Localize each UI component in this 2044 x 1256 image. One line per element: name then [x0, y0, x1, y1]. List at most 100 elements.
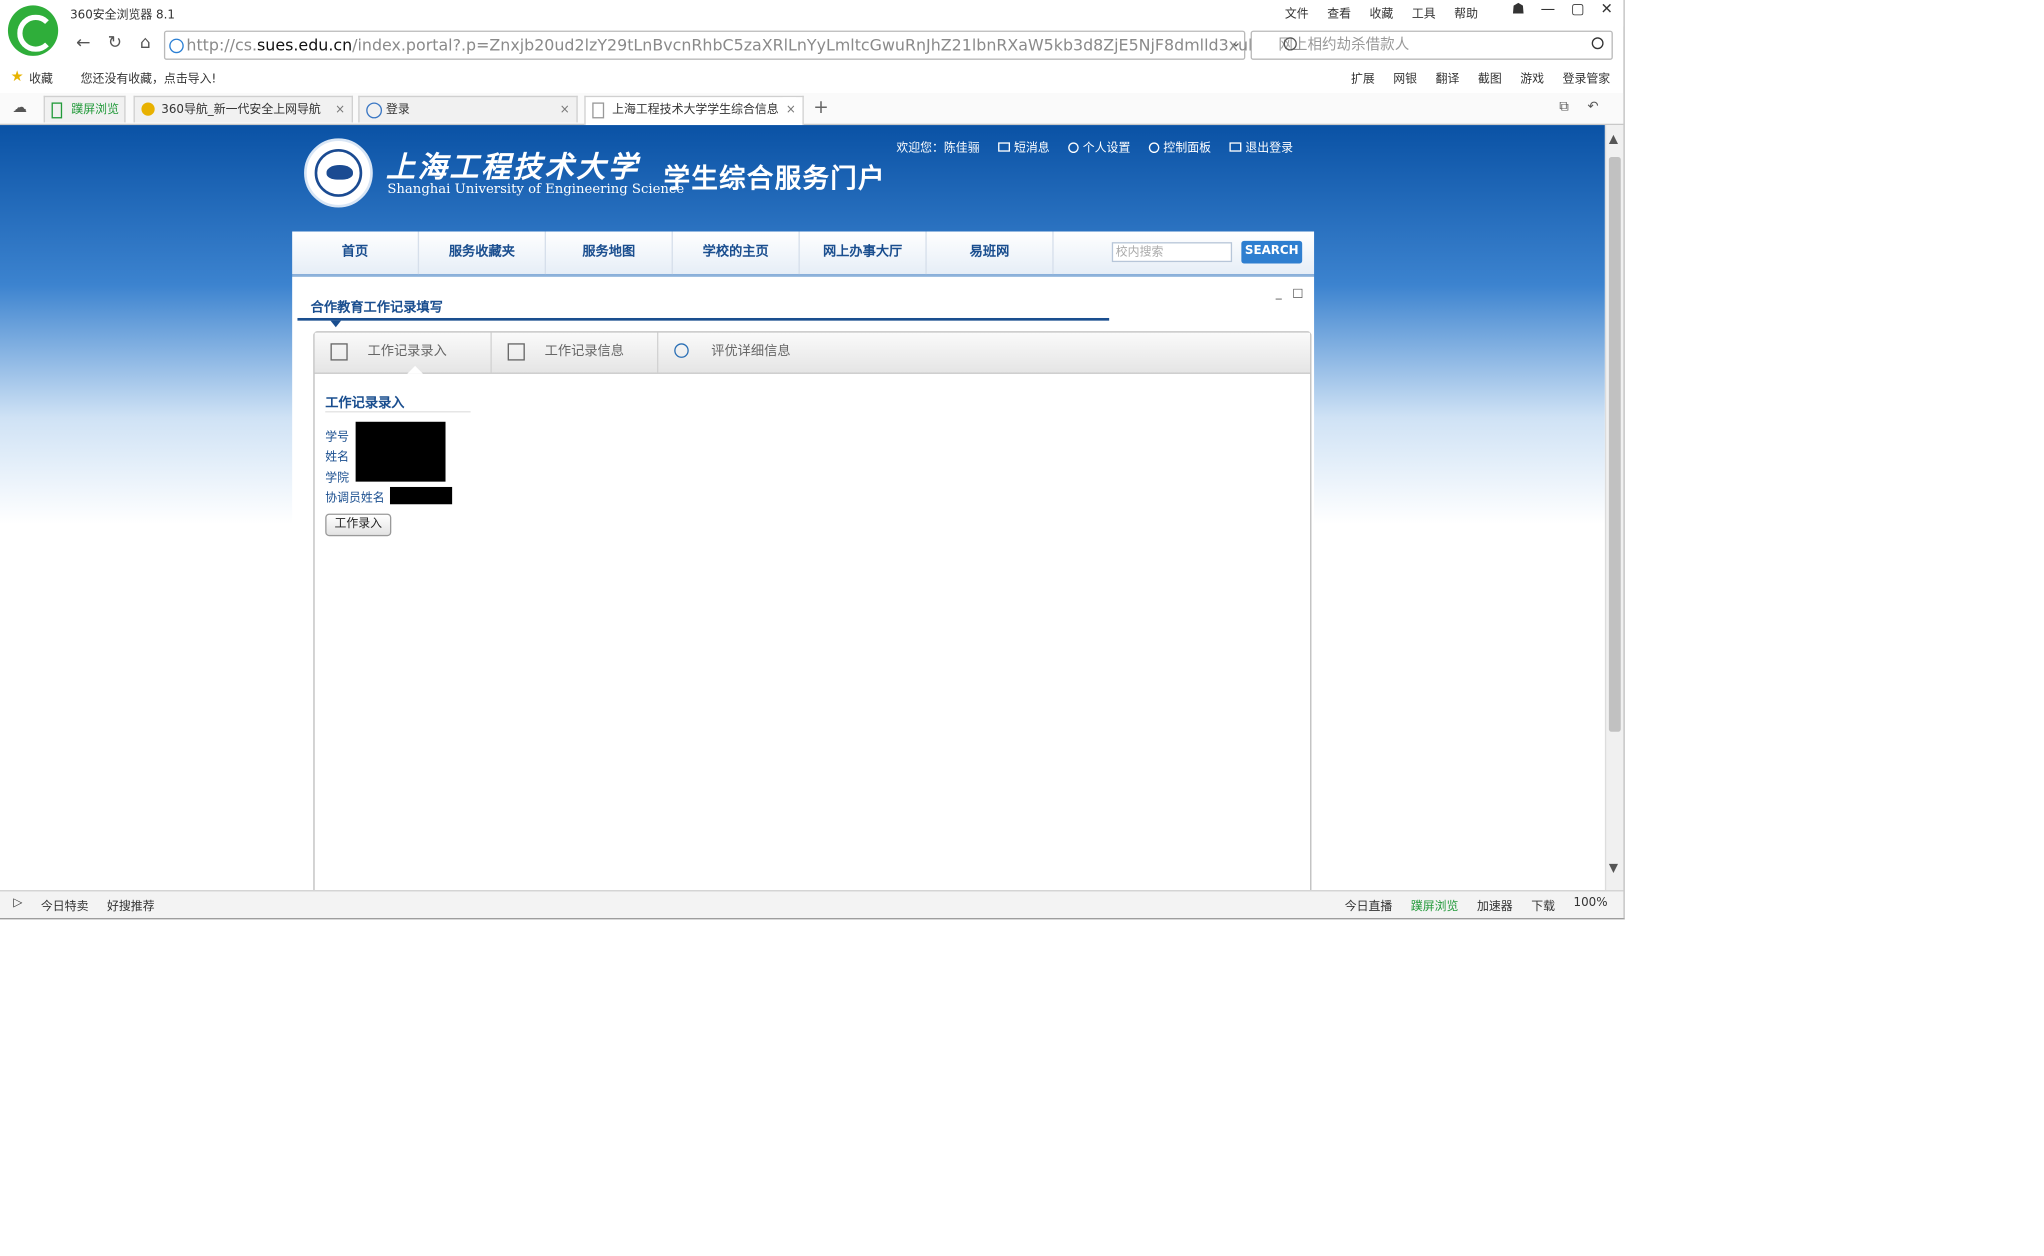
tab-360-nav[interactable]: 360导航_新一代安全上网导航 ×: [133, 95, 353, 123]
tab-portal[interactable]: 上海工程技术大学学生综合信息 ×: [584, 95, 804, 126]
search-input[interactable]: 网上相约劫杀借款人: [1250, 30, 1613, 60]
tab-strip: ☁ 蹼屏浏览 360导航_新一代安全上网导航 × 登录 × 上海工程技术大学学生…: [0, 93, 1624, 126]
user-links: 欢迎您：陈佳骊 短消息 个人设置 控制面板 退出登录: [896, 138, 1293, 156]
maximize-button[interactable]: ▢: [1571, 0, 1585, 17]
close-icon[interactable]: ×: [560, 97, 570, 122]
sidebar-toggle-icon[interactable]: ▷: [13, 897, 22, 914]
scroll-up-icon[interactable]: ▲: [1609, 133, 1618, 146]
control-panel-link[interactable]: 控制面板: [1148, 138, 1211, 156]
vertical-scrollbar[interactable]: ▲ ▼: [1604, 125, 1624, 891]
games-button[interactable]: 游戏: [1520, 69, 1544, 86]
redacted-block: [355, 421, 446, 482]
page-globe-icon: [169, 38, 184, 54]
tab-record-entry[interactable]: 工作记录录入: [315, 332, 492, 374]
restore-tabs-icon[interactable]: ⧉: [1552, 96, 1576, 120]
field-coordinator-label: 协调员姓名: [325, 492, 385, 506]
live-link[interactable]: 今日直播: [1345, 897, 1393, 914]
web-page: 上海工程技术大学 Shanghai University of Engineer…: [0, 125, 1605, 891]
refresh-icon[interactable]: ↻: [103, 32, 127, 56]
form-title: 工作记录录入: [325, 396, 405, 412]
nav-home[interactable]: 首页: [292, 231, 420, 275]
nav-yiban[interactable]: 易班网: [927, 231, 1054, 275]
star-icon: ★: [10, 67, 24, 86]
record-form-box: 工作记录录入 工作记录信息 评优详细信息 工作记录录入 学号 姓名 学院 协调员…: [313, 331, 1312, 891]
netbank-button[interactable]: 网银: [1393, 69, 1417, 86]
close-icon[interactable]: ×: [335, 97, 345, 122]
close-icon[interactable]: ×: [783, 97, 796, 124]
minimize-button[interactable]: —: [1541, 0, 1556, 17]
recommend-link[interactable]: 好搜推荐: [107, 897, 155, 914]
login-manager-button[interactable]: 登录管家: [1563, 69, 1611, 86]
navigation-bar: ← ↻ ⌂ http://cs.sues.edu.cn/index.portal…: [0, 29, 1623, 60]
tab-split-screen[interactable]: 蹼屏浏览: [43, 95, 126, 123]
skin-icon[interactable]: ☗: [1512, 0, 1525, 17]
tab-record-info[interactable]: 工作记录信息: [492, 332, 659, 373]
nav-favorites[interactable]: 服务收藏夹: [419, 231, 546, 275]
status-bar: ▷ 今日特卖 好搜推荐 今日直播 蹼屏浏览 加速器 下载 100%: [0, 890, 1624, 919]
status-left: ▷ 今日特卖 好搜推荐: [13, 897, 154, 914]
address-bar[interactable]: http://cs.sues.edu.cn/index.portal?.p=Zn…: [163, 30, 1258, 60]
url-path: /index.portal?.p=Znxjb20ud2lzY29tLnBvcnR…: [352, 35, 1259, 55]
tab-award-details[interactable]: 评优详细信息: [658, 333, 830, 373]
screenshot-button[interactable]: 截图: [1478, 69, 1502, 86]
phone-icon: [51, 102, 63, 119]
zoom-level[interactable]: 100%: [1574, 897, 1608, 914]
translate-button[interactable]: 翻译: [1436, 69, 1460, 86]
menu-help[interactable]: 帮助: [1454, 4, 1478, 21]
import-favorites-link[interactable]: 您还没有收藏，点击导入!: [81, 69, 217, 86]
tab-label: 登录: [386, 103, 410, 118]
tab-label: 蹼屏浏览: [71, 103, 120, 118]
scroll-thumb[interactable]: [1608, 156, 1621, 732]
site-search-input[interactable]: 校内搜索: [1111, 242, 1233, 263]
search-button[interactable]: SEARCH: [1241, 240, 1303, 264]
new-tab-button[interactable]: +: [809, 96, 833, 120]
favorites-button[interactable]: 收藏: [29, 69, 53, 86]
extensions-button[interactable]: 扩展: [1351, 69, 1375, 86]
field-student-id-label: 学号: [325, 431, 350, 445]
split-screen-link[interactable]: 蹼屏浏览: [1411, 897, 1459, 914]
scroll-down-icon[interactable]: ▼: [1609, 862, 1618, 875]
chevron-down-icon[interactable]: ⌄: [1224, 32, 1248, 56]
back-arrow-icon[interactable]: ←: [71, 32, 95, 56]
daily-sale-link[interactable]: 今日特卖: [41, 897, 89, 914]
download-link[interactable]: 下载: [1531, 897, 1555, 914]
accelerator-link[interactable]: 加速器: [1477, 897, 1513, 914]
minimize-panel-button[interactable]: _: [1276, 287, 1282, 300]
close-button[interactable]: ✕: [1601, 0, 1613, 17]
book-icon: [507, 343, 525, 361]
logout-link[interactable]: 退出登录: [1229, 138, 1293, 156]
menu-favorites[interactable]: 收藏: [1370, 4, 1394, 21]
nav-online-hall[interactable]: 网上办事大厅: [800, 231, 927, 275]
search-icon[interactable]: [1591, 37, 1604, 50]
app-title: 360安全浏览器 8.1: [70, 9, 175, 23]
tab-label: 上海工程技术大学学生综合信息: [612, 103, 779, 118]
welcome-text: 欢迎您：陈佳骊: [896, 142, 980, 156]
home-icon[interactable]: ⌂: [134, 32, 158, 56]
menu-file[interactable]: 文件: [1285, 4, 1309, 21]
menu-tools[interactable]: 工具: [1412, 4, 1436, 21]
content-panel: 合作教育工作记录填写 _ □ 工作记录录入 工作记录信息 评优详细信息 工作记录…: [292, 276, 1315, 891]
tab-login[interactable]: 登录 ×: [358, 95, 578, 123]
panel-title: 合作教育工作记录填写: [310, 300, 443, 316]
cloud-icon[interactable]: ☁: [8, 96, 32, 120]
envelope-icon: [998, 142, 1011, 152]
maximize-panel-button[interactable]: □: [1292, 287, 1303, 300]
calendar-icon: [330, 343, 348, 361]
undo-close-icon[interactable]: ↶: [1581, 96, 1605, 120]
school-name-cn: 上海工程技术大学: [386, 150, 640, 185]
submit-record-button[interactable]: 工作录入: [325, 513, 392, 537]
school-seal-icon: [304, 138, 373, 208]
nav-school-home[interactable]: 学校的主页: [673, 231, 800, 275]
browser-window: 360安全浏览器 8.1 文件 查看 收藏 工具 帮助 ☗ — ▢ ✕ ← ↻ …: [0, 0, 1625, 920]
messages-link[interactable]: 短消息: [998, 138, 1050, 156]
magnifier-icon: [674, 343, 689, 358]
bookmarks-bar: ★ 收藏 您还没有收藏，点击导入! 扩展 网银 翻译 截图 游戏 登录管家: [0, 64, 1623, 88]
nav-service-map[interactable]: 服务地图: [546, 231, 673, 275]
field-name-label: 姓名: [325, 451, 350, 465]
url-prefix: http://cs.: [186, 35, 258, 55]
360-nav-icon: [141, 102, 155, 116]
menu-view[interactable]: 查看: [1327, 4, 1351, 21]
personal-settings-link[interactable]: 个人设置: [1068, 138, 1130, 156]
status-right: 今日直播 蹼屏浏览 加速器 下载 100%: [1345, 897, 1608, 914]
title-bar: 360安全浏览器 8.1 文件 查看 收藏 工具 帮助 ☗ — ▢ ✕: [0, 0, 1624, 56]
